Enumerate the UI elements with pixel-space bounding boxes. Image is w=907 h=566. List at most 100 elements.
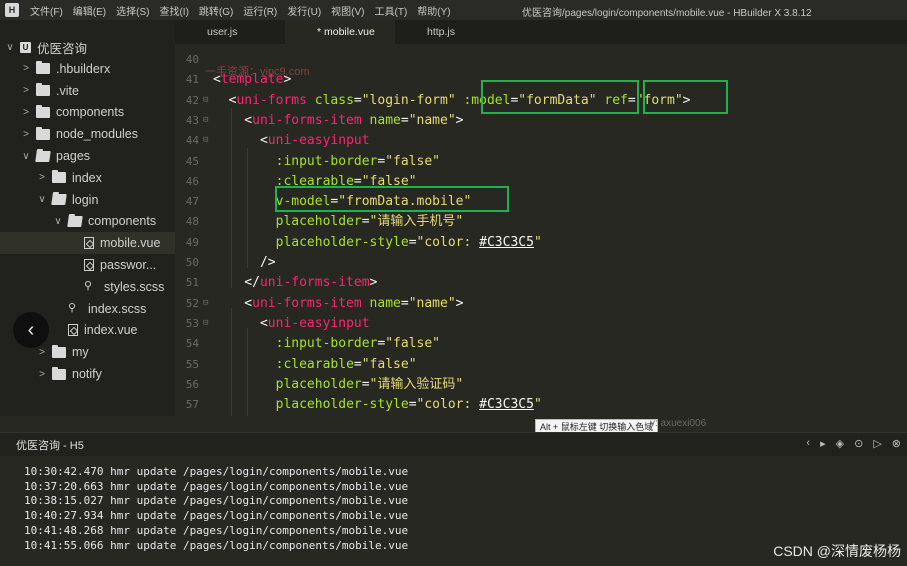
collapse-icon[interactable]: ‹ (806, 437, 810, 450)
tree-item-passwor-[interactable]: passwor... (0, 254, 156, 276)
code-token: > (455, 112, 464, 128)
tree-item-index[interactable]: > index (0, 167, 102, 189)
tab-user-js[interactable]: user.js (175, 20, 285, 44)
console-log-line: 10:40:27.934 hmr update /pages/login/com… (24, 509, 409, 523)
tree-item-my[interactable]: > my (0, 341, 89, 363)
bottom-watermark: v: axuexi006 (650, 418, 707, 429)
link-file-icon: ⚲ (68, 302, 77, 315)
console-log-line: 10:41:48.268 hmr update /pages/login/com… (24, 523, 409, 537)
chevron-down-icon[interactable]: ∨ (52, 216, 64, 227)
chevron-right-icon[interactable]: > (20, 129, 32, 140)
console-actions: ‹ ▸ ◈ ⊙ ▷ ⊗ (806, 437, 901, 450)
code-token: :input-border (275, 153, 378, 169)
menu-item[interactable]: 帮助(Y) (412, 3, 455, 18)
close-icon[interactable]: ⊗ (892, 437, 901, 450)
menu-item[interactable]: 文件(F) (25, 3, 68, 18)
tree-item--[interactable]: ∨ U 优医咨询 (0, 36, 87, 58)
line-number: 52 (185, 296, 199, 310)
console-tab[interactable]: 优医咨询 - H5 (16, 437, 84, 453)
code-token: uni-easyinput (267, 133, 370, 149)
code-token: < (213, 112, 253, 128)
link-file-icon: ⚲ (84, 280, 93, 293)
tab-mobile-vue[interactable]: * mobile.vue (285, 20, 395, 44)
fold-toggle-icon[interactable]: ⊟ (203, 318, 208, 328)
menu-bar: 文件(F) 编辑(E) 选择(S) 查找(I) 跳转(G) 运行(R) 发行(U) 视图(V)… (25, 3, 456, 18)
line-number: 46 (185, 174, 199, 188)
tree-item-components[interactable]: > components (0, 101, 124, 123)
chevron-down-icon[interactable]: ∨ (4, 42, 16, 53)
highlight-ref-attr (643, 80, 728, 114)
tree-item--vite[interactable]: > .vite (0, 80, 79, 102)
menu-item[interactable]: 编辑(E) (68, 3, 111, 18)
code-editor[interactable]: 40 41 42 ⊟ 43 ⊟ 44 ⊟ 45 46 47 48 49 50 51 52 ⊟ 53 ⊟ 54 55 56 5… (175, 44, 907, 416)
chevron-right-icon[interactable]: > (20, 85, 32, 96)
menu-item[interactable]: 发行(U) (282, 3, 326, 18)
menu-item[interactable]: 工具(T) (370, 3, 413, 18)
tree-item--hbuilderx[interactable]: > .hbuilderx (0, 58, 110, 80)
tree-item-label: node_modules (56, 127, 139, 142)
tree-item-node-modules[interactable]: > node_modules (0, 123, 138, 145)
chevron-down-icon[interactable]: ∨ (36, 194, 48, 205)
tab-http-js[interactable]: http.js (395, 20, 505, 44)
folder-icon (52, 366, 66, 380)
chevron-right-icon[interactable]: > (20, 107, 32, 118)
tree-item-pages[interactable]: ∨ pages (0, 145, 90, 167)
chevron-right-icon[interactable]: > (36, 347, 48, 358)
menu-item[interactable]: 查找(I) (154, 3, 193, 18)
chevron-right-icon[interactable]: > (36, 369, 48, 380)
folder-icon (67, 215, 83, 227)
code-token: "请输入验证码" (369, 376, 464, 392)
expand-icon[interactable]: ▸ (820, 437, 826, 450)
debug-icon[interactable]: ◈ (836, 437, 844, 450)
target-icon[interactable]: ⊙ (854, 437, 863, 450)
vue-file-icon (84, 259, 94, 271)
csdn-watermark: CSDN @深情废杨杨 (773, 543, 901, 559)
code-token: = (361, 376, 370, 392)
console-header: 优医咨询 - H5 ‹ ▸ ◈ ⊙ ▷ ⊗ (0, 432, 907, 456)
folder-icon (52, 170, 66, 184)
line-number: 48 (185, 215, 199, 229)
indent-guide (247, 328, 248, 416)
tree-item-label: index.vue (84, 323, 138, 338)
back-button[interactable]: ‹ (13, 312, 49, 348)
fold-toggle-icon[interactable]: ⊟ (203, 135, 208, 145)
tree-item-styles-scss[interactable]: ⚲ styles.scss (0, 276, 164, 298)
code-line: </uni-forms-item> (213, 273, 377, 293)
code-token: "color: (416, 234, 480, 250)
fold-toggle-icon[interactable]: ⊟ (203, 95, 208, 105)
line-number: 50 (185, 256, 199, 269)
tree-item-login[interactable]: ∨ login (0, 189, 98, 211)
code-token: class (314, 92, 354, 108)
chevron-down-icon[interactable]: ∨ (20, 151, 32, 162)
code-token: = (353, 356, 362, 372)
line-number: 49 (185, 235, 199, 249)
tree-item-notify[interactable]: > notify (0, 363, 102, 385)
code-token: "login-form" (361, 92, 456, 108)
line-number: 44 (185, 134, 199, 148)
menu-item[interactable]: 视图(V) (326, 3, 369, 18)
menu-item[interactable]: 选择(S) (111, 3, 154, 18)
tree-item-label: mobile.vue (100, 236, 161, 251)
code-token: placeholder (275, 214, 362, 230)
code-token: = (361, 214, 370, 230)
code-token: </ (213, 275, 260, 291)
code-line: placeholder="请输入手机号" (213, 212, 464, 232)
tree-item-label: components (56, 105, 125, 120)
chevron-right-icon[interactable]: > (20, 63, 32, 74)
code-line: :clearable="false" (213, 355, 417, 375)
code-token: name (369, 295, 401, 311)
tree-item-mobile-vue[interactable]: mobile.vue (0, 232, 175, 255)
tree-item-components[interactable]: ∨ components (0, 210, 156, 232)
code-token: uni-forms (236, 92, 307, 108)
menu-item[interactable]: 跳转(G) (194, 3, 238, 18)
fold-toggle-icon[interactable]: ⊟ (203, 298, 208, 308)
menu-item[interactable]: 运行(R) (238, 3, 282, 18)
chevron-right-icon[interactable]: > (36, 172, 48, 183)
play-icon[interactable]: ▷ (873, 437, 881, 450)
indent-guide (231, 108, 232, 288)
fold-toggle-icon[interactable]: ⊟ (203, 115, 208, 125)
